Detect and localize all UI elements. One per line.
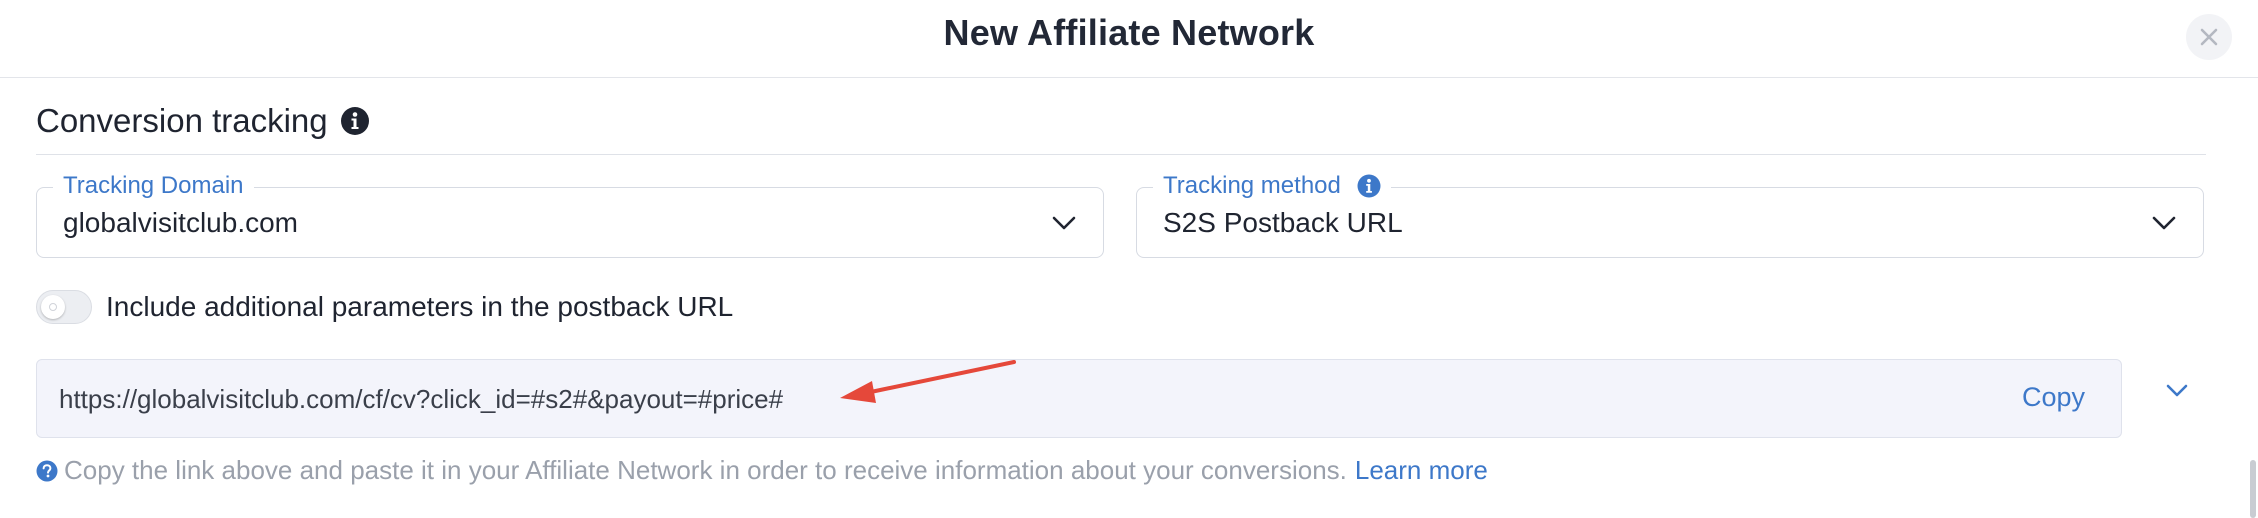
postback-url-box: https://globalvisitclub.com/cf/cv?click_… xyxy=(36,359,2122,438)
modal-header: New Affiliate Network xyxy=(0,0,2258,78)
question-circle-icon xyxy=(36,460,58,482)
section-title-text: Conversion tracking xyxy=(36,102,328,139)
postback-hint: Copy the link above and paste it in your… xyxy=(36,455,1488,486)
section-divider xyxy=(36,154,2206,155)
scrollbar[interactable] xyxy=(2250,460,2256,518)
tracking-method-label: Tracking method xyxy=(1153,172,1391,200)
tracking-domain-label: Tracking Domain xyxy=(53,172,254,200)
info-circle-icon[interactable] xyxy=(340,106,370,136)
close-icon xyxy=(2199,27,2219,47)
modal-title: New Affiliate Network xyxy=(943,12,1315,53)
tracking-domain-select[interactable]: Tracking Domain globalvisitclub.com xyxy=(36,172,1104,258)
learn-more-link[interactable]: Learn more xyxy=(1355,455,1488,486)
hint-text: Copy the link above and paste it in your… xyxy=(64,455,1347,485)
additional-params-toggle-row: Include additional parameters in the pos… xyxy=(36,290,733,324)
tracking-method-select[interactable]: Tracking method S2S Postback URL xyxy=(1136,172,2204,258)
tracking-method-value: S2S Postback URL xyxy=(1163,207,1403,238)
chevron-down-icon xyxy=(1051,210,1077,236)
chevron-down-icon xyxy=(2151,210,2177,236)
copy-button[interactable]: Copy xyxy=(2022,382,2085,413)
section-heading: Conversion tracking xyxy=(36,102,370,140)
expand-postback-button[interactable] xyxy=(2160,373,2194,407)
chevron-down-icon xyxy=(2164,377,2190,403)
tracking-domain-value: globalvisitclub.com xyxy=(63,207,298,238)
additional-params-label[interactable]: Include additional parameters in the pos… xyxy=(106,291,733,323)
toggle-knob xyxy=(41,295,65,319)
additional-params-toggle[interactable] xyxy=(36,290,92,324)
info-circle-icon[interactable] xyxy=(1357,174,1381,198)
close-button[interactable] xyxy=(2186,14,2232,60)
postback-url-text[interactable]: https://globalvisitclub.com/cf/cv?click_… xyxy=(59,384,783,415)
